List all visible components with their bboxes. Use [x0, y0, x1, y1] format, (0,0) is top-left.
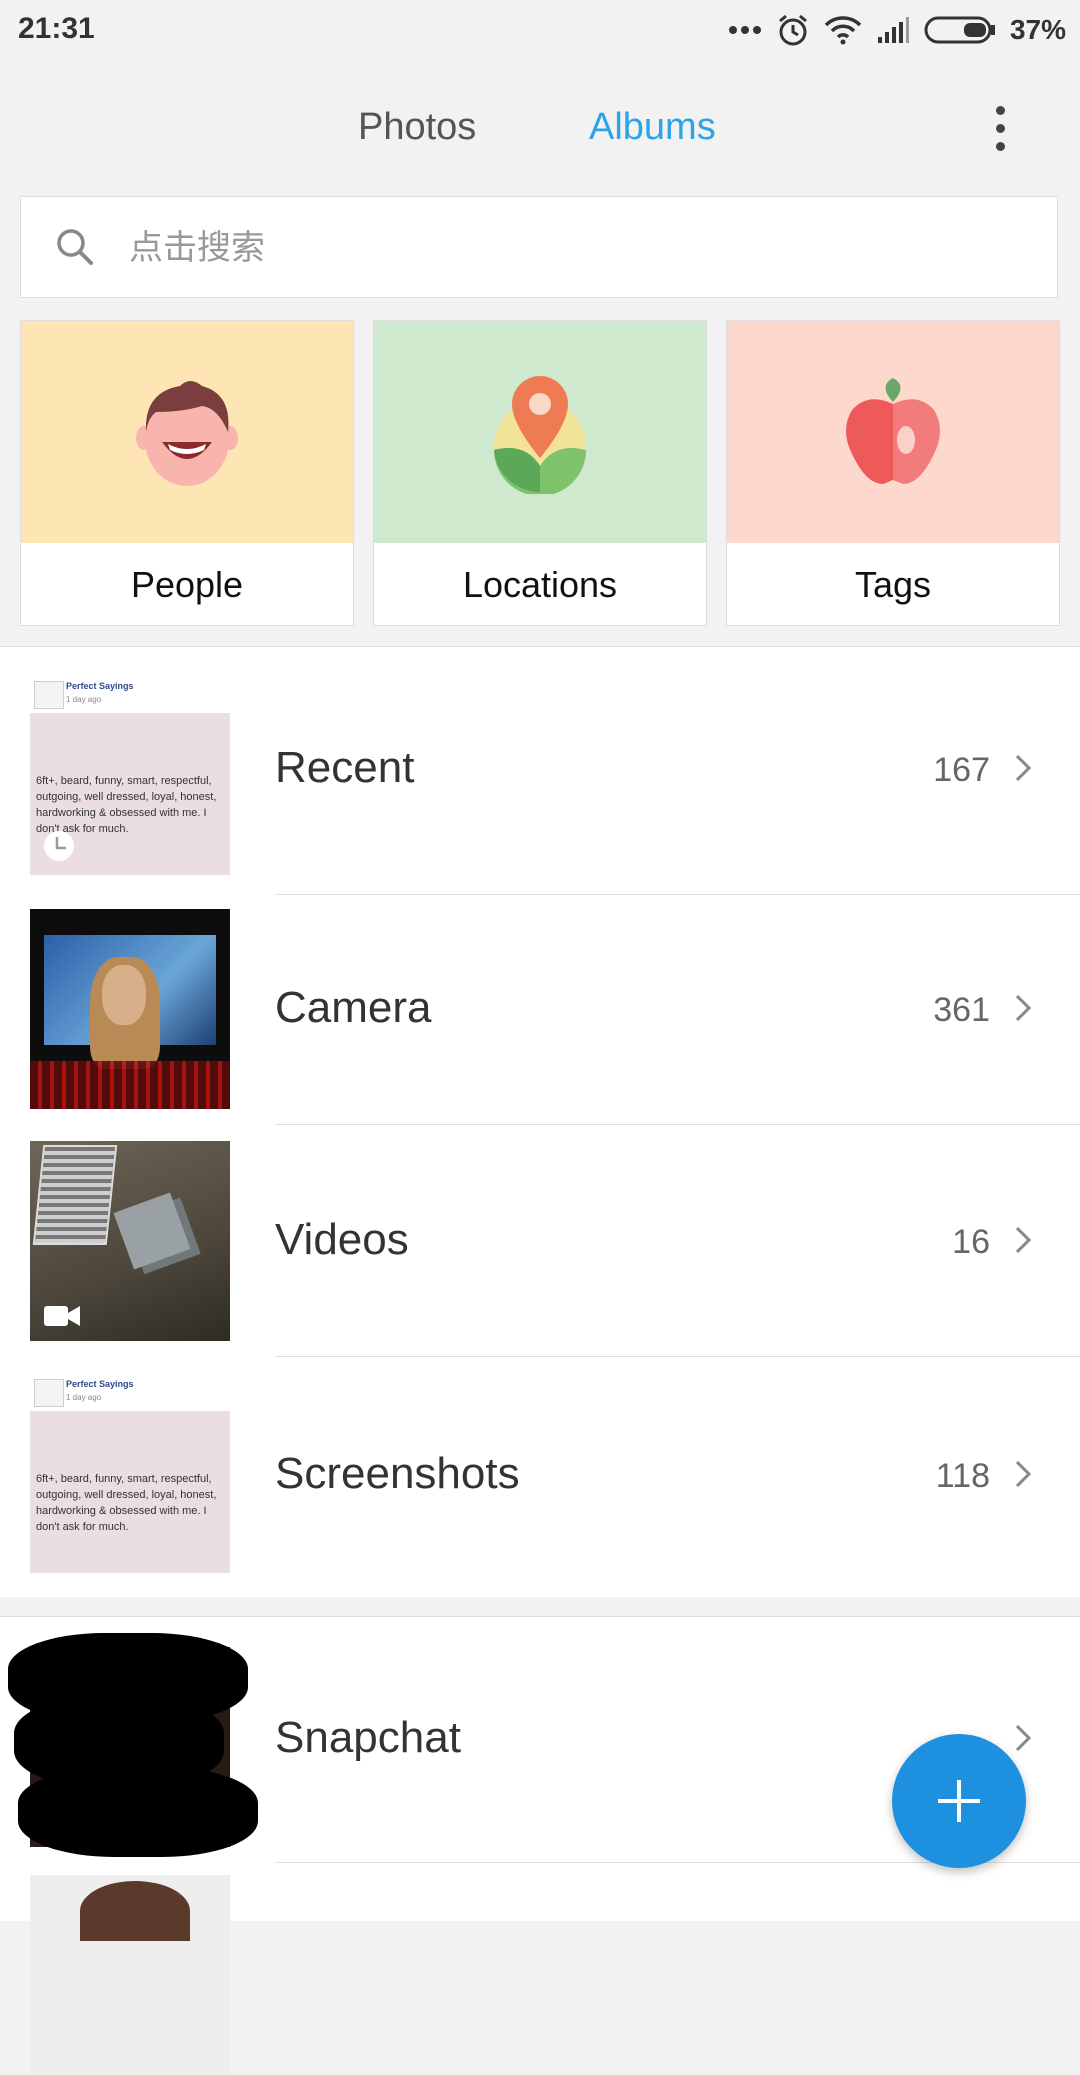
album-name: Videos	[275, 1215, 409, 1264]
clock-icon	[44, 831, 74, 861]
album-row-partial[interactable]	[0, 1863, 1080, 2075]
add-album-button[interactable]	[892, 1734, 1026, 1868]
search-input[interactable]	[127, 217, 1011, 279]
locations-art	[374, 321, 706, 543]
post-subtitle: 1 day ago	[66, 695, 102, 704]
post-text: 6ft+, beard, funny, smart, respectful, o…	[36, 1473, 217, 1533]
videos-thumbnail	[30, 1141, 230, 1341]
chevron-right-icon	[1015, 1460, 1032, 1488]
album-row-screenshots[interactable]: Perfect Sayings 1 day ago 6ft+, beard, f…	[0, 1357, 1080, 1597]
album-row-camera[interactable]: Camera 361	[0, 895, 1080, 1125]
screenshots-thumbnail: Perfect Sayings 1 day ago 6ft+, beard, f…	[30, 1373, 230, 1573]
post-subtitle: 1 day ago	[66, 1393, 102, 1402]
tab-albums[interactable]: Albums	[589, 106, 716, 149]
wifi-icon	[824, 16, 862, 45]
locations-card[interactable]: Locations	[373, 320, 707, 626]
more-options-icon[interactable]	[986, 102, 1016, 158]
people-art	[21, 321, 353, 543]
tags-card[interactable]: Tags	[726, 320, 1060, 626]
people-label: People	[130, 564, 244, 605]
search-icon	[57, 229, 93, 265]
status-time: 21:31	[18, 12, 95, 45]
more-notifications-icon	[728, 26, 761, 34]
snapchat-thumbnail	[8, 1633, 258, 1857]
album-list-primary: Perfect Sayings 1 day ago 6ft+, beard, f…	[0, 646, 1080, 1597]
recent-thumbnail: Perfect Sayings 1 day ago 6ft+, beard, f…	[30, 675, 230, 875]
search-bar[interactable]	[20, 196, 1058, 298]
chevron-right-icon	[1015, 994, 1032, 1022]
apple-icon	[846, 378, 940, 484]
partial-thumbnail	[30, 1875, 230, 2075]
album-count: 361	[933, 991, 990, 1029]
signal-icon	[877, 17, 909, 43]
status-icons: 37%	[728, 8, 1066, 52]
status-bar: 21:31 37%	[0, 0, 1080, 60]
album-name: Snapchat	[275, 1713, 461, 1762]
location-pin-icon	[494, 376, 586, 494]
album-count: 118	[935, 1457, 990, 1495]
album-name: Screenshots	[275, 1449, 520, 1498]
locations-label: Locations	[462, 564, 618, 605]
post-text: 6ft+, beard, funny, smart, respectful, o…	[36, 775, 217, 835]
battery-icon	[924, 16, 995, 44]
post-title: Perfect Sayings	[66, 681, 134, 691]
battery-percent: 37%	[1009, 14, 1066, 45]
chevron-right-icon	[1015, 1724, 1032, 1752]
album-count: 167	[933, 751, 990, 789]
tab-photos[interactable]: Photos	[358, 106, 476, 149]
chevron-right-icon	[1015, 754, 1032, 782]
chevron-right-icon	[1015, 1226, 1032, 1254]
plus-icon-vertical	[957, 1780, 961, 1822]
tags-art	[727, 321, 1059, 543]
album-count: 16	[952, 1223, 990, 1261]
album-name: Camera	[275, 983, 432, 1032]
alarm-icon	[778, 14, 807, 46]
people-card[interactable]: People	[20, 320, 354, 626]
album-name: Recent	[275, 743, 415, 792]
album-row-recent[interactable]: Perfect Sayings 1 day ago 6ft+, beard, f…	[0, 647, 1080, 895]
post-title: Perfect Sayings	[66, 1379, 134, 1389]
video-camera-icon	[44, 1306, 80, 1326]
tags-label: Tags	[854, 564, 932, 605]
album-row-videos[interactable]: Videos 16	[0, 1125, 1080, 1357]
category-cards: People Locations Tags	[20, 320, 1060, 626]
camera-thumbnail	[30, 909, 230, 1109]
view-tabs: Photos Albums	[0, 96, 1080, 166]
face-icon	[136, 381, 238, 486]
